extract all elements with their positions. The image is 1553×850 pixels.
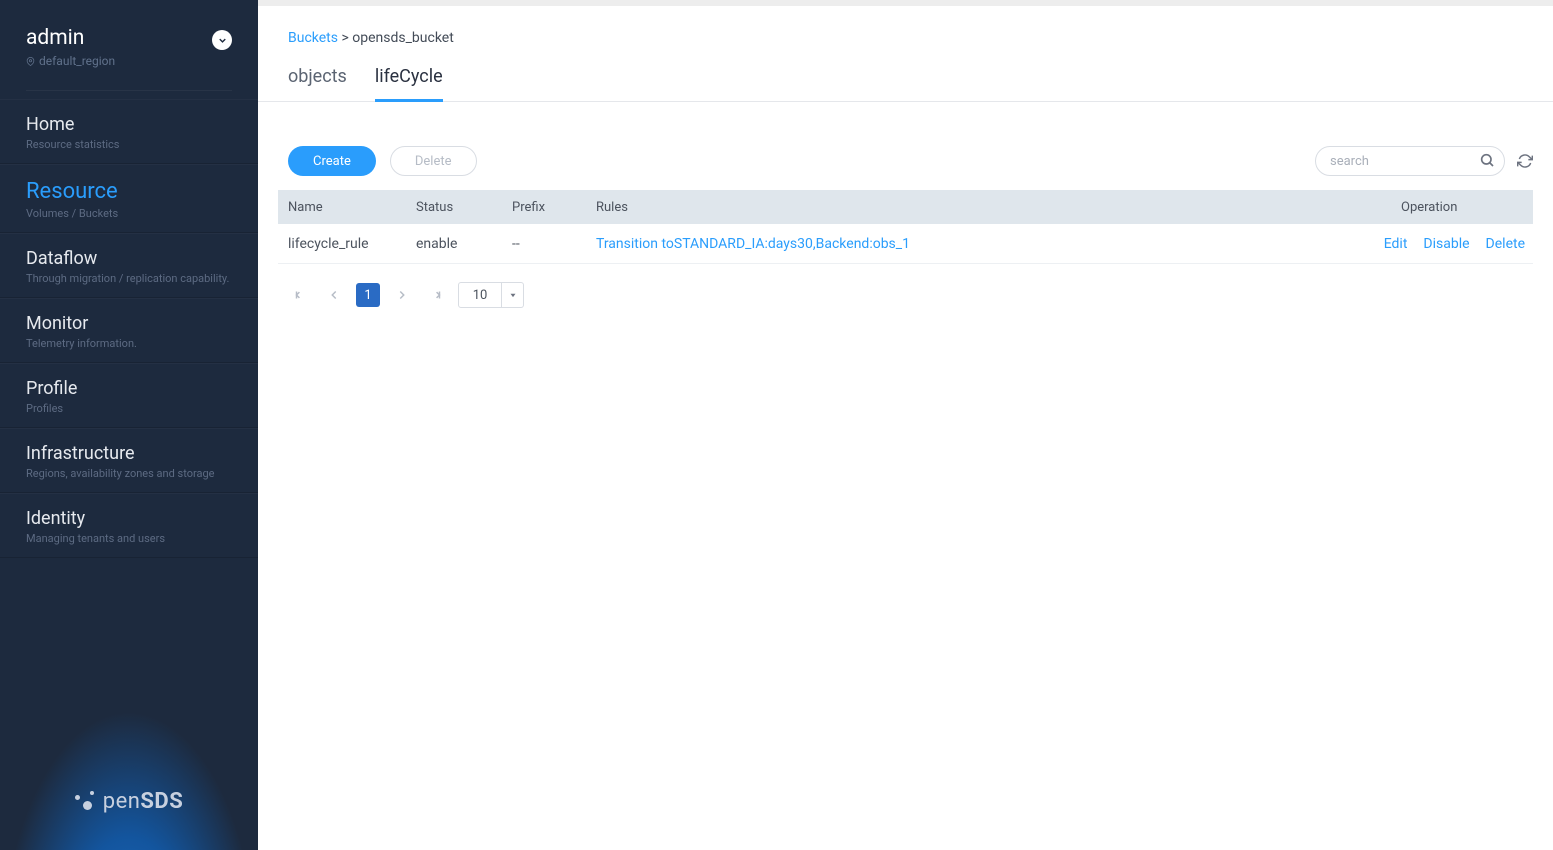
user-name: admin [26, 26, 115, 50]
nav-title: Home [26, 114, 232, 135]
table-header: Name Status Prefix Rules Operation [278, 190, 1533, 224]
search-icon[interactable] [1479, 152, 1495, 168]
nav-sub: Profiles [26, 402, 232, 415]
edit-link[interactable]: Edit [1384, 236, 1408, 252]
toolbar: Create Delete [258, 102, 1553, 190]
nav-title: Profile [26, 378, 232, 399]
cell-status: enable [408, 236, 504, 252]
col-status[interactable]: Status [408, 200, 504, 215]
sidebar-item-profile[interactable]: Profile Profiles [0, 363, 258, 428]
nav-title: Identity [26, 508, 232, 529]
page-last-icon[interactable] [424, 283, 448, 307]
nav-sub: Managing tenants and users [26, 532, 232, 545]
divider [26, 90, 232, 91]
tab-lifecycle[interactable]: lifeCycle [375, 66, 443, 102]
cell-operation: Edit Disable Delete [1393, 236, 1533, 252]
page-size-value: 10 [458, 282, 502, 308]
main-panel: Buckets > opensds_bucket objects lifeCyc… [258, 0, 1553, 850]
sidebar-item-monitor[interactable]: Monitor Telemetry information. [0, 298, 258, 363]
col-prefix[interactable]: Prefix [504, 200, 588, 215]
breadcrumb-root[interactable]: Buckets [288, 30, 338, 46]
sidebar-footer: penSDS [0, 710, 258, 850]
page-size: 10 [458, 282, 524, 308]
nav-title: Resource [26, 179, 232, 204]
user-region-label: default_region [39, 54, 115, 68]
nav-title: Infrastructure [26, 443, 232, 464]
nav-sub: Through migration / replication capabili… [26, 272, 232, 285]
nav-sub: Telemetry information. [26, 337, 232, 350]
sidebar-user[interactable]: admin default_region [0, 0, 258, 82]
breadcrumb-current: opensds_bucket [352, 30, 454, 46]
sidebar-item-dataflow[interactable]: Dataflow Through migration / replication… [0, 233, 258, 298]
location-pin-icon [26, 56, 35, 67]
brand-logo: penSDS [75, 789, 184, 814]
create-button[interactable]: Create [288, 146, 376, 176]
breadcrumb-sep: > [341, 30, 348, 46]
sidebar-item-home[interactable]: Home Resource statistics [0, 99, 258, 164]
chevron-down-icon[interactable] [212, 30, 232, 50]
table-row[interactable]: lifecycle_rule enable -- Transition toST… [278, 224, 1533, 264]
search-wrap [1315, 146, 1505, 176]
cell-rules: Transition toSTANDARD_IA:days30,Backend:… [588, 236, 1393, 252]
search-input[interactable] [1315, 146, 1505, 176]
col-rules[interactable]: Rules [588, 200, 1393, 215]
page-size-dropdown[interactable] [502, 282, 524, 308]
nav-title: Dataflow [26, 248, 232, 269]
cell-name: lifecycle_rule [278, 236, 408, 252]
nav-sub: Regions, availability zones and storage [26, 467, 232, 480]
tab-objects[interactable]: objects [288, 66, 347, 101]
page-next-icon[interactable] [390, 283, 414, 307]
delete-link[interactable]: Delete [1486, 236, 1525, 252]
page-current[interactable]: 1 [356, 283, 380, 307]
nav-sub: Volumes / Buckets [26, 207, 232, 220]
breadcrumb: Buckets > opensds_bucket [258, 6, 1553, 46]
tabs: objects lifeCycle [258, 46, 1553, 102]
pagination: 1 10 [258, 264, 1553, 326]
refresh-icon[interactable] [1517, 153, 1533, 169]
page-first-icon[interactable] [288, 283, 312, 307]
cell-prefix: -- [504, 236, 588, 252]
delete-button[interactable]: Delete [390, 146, 477, 176]
lifecycle-table: Name Status Prefix Rules Operation lifec… [278, 190, 1533, 264]
sidebar: admin default_region Home Resource stati… [0, 0, 258, 850]
nav-title: Monitor [26, 313, 232, 334]
sidebar-nav: Home Resource statistics Resource Volume… [0, 99, 258, 558]
nav-sub: Resource statistics [26, 138, 232, 151]
col-operation[interactable]: Operation [1393, 200, 1533, 215]
logo-strong: SDS [140, 789, 183, 814]
user-region: default_region [26, 54, 115, 68]
col-name[interactable]: Name [278, 200, 408, 215]
sidebar-item-infrastructure[interactable]: Infrastructure Regions, availability zon… [0, 428, 258, 493]
sidebar-item-identity[interactable]: Identity Managing tenants and users [0, 493, 258, 558]
logo-icon [75, 791, 97, 813]
disable-link[interactable]: Disable [1423, 236, 1469, 252]
page-prev-icon[interactable] [322, 283, 346, 307]
logo-prefix: pen [103, 789, 141, 814]
sidebar-item-resource[interactable]: Resource Volumes / Buckets [0, 164, 258, 233]
